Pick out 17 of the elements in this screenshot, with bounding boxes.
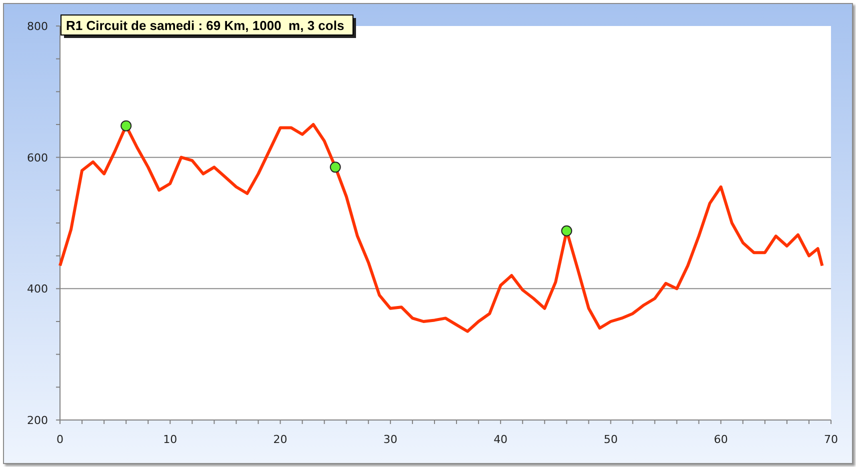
x-tick-label: 60 (714, 433, 728, 446)
y-tick-label: 800 (27, 20, 48, 33)
summit-marker (561, 225, 572, 236)
x-tick-label: 0 (56, 433, 64, 446)
x-tick-label: 30 (383, 433, 398, 446)
x-tick-label: 10 (163, 433, 178, 446)
summit-marker (120, 120, 132, 132)
x-tick-label: 20 (273, 433, 288, 446)
y-tick-label: 400 (27, 282, 48, 296)
x-tick-label: 40 (494, 433, 508, 446)
y-tick-label: 600 (27, 151, 48, 164)
chart-title: R1 Circuit de samedi : 69 Km, 1000 m, 3 cols (66, 18, 344, 33)
y-tick-label: 200 (27, 414, 48, 427)
chart-title: R1 Circuit de samedi : 69 Km, 1000 m, 3 cols (60, 14, 356, 38)
x-tick-label: 50 (604, 433, 618, 446)
summit-marker (330, 162, 341, 173)
x-tick-label: 70 (824, 433, 838, 446)
